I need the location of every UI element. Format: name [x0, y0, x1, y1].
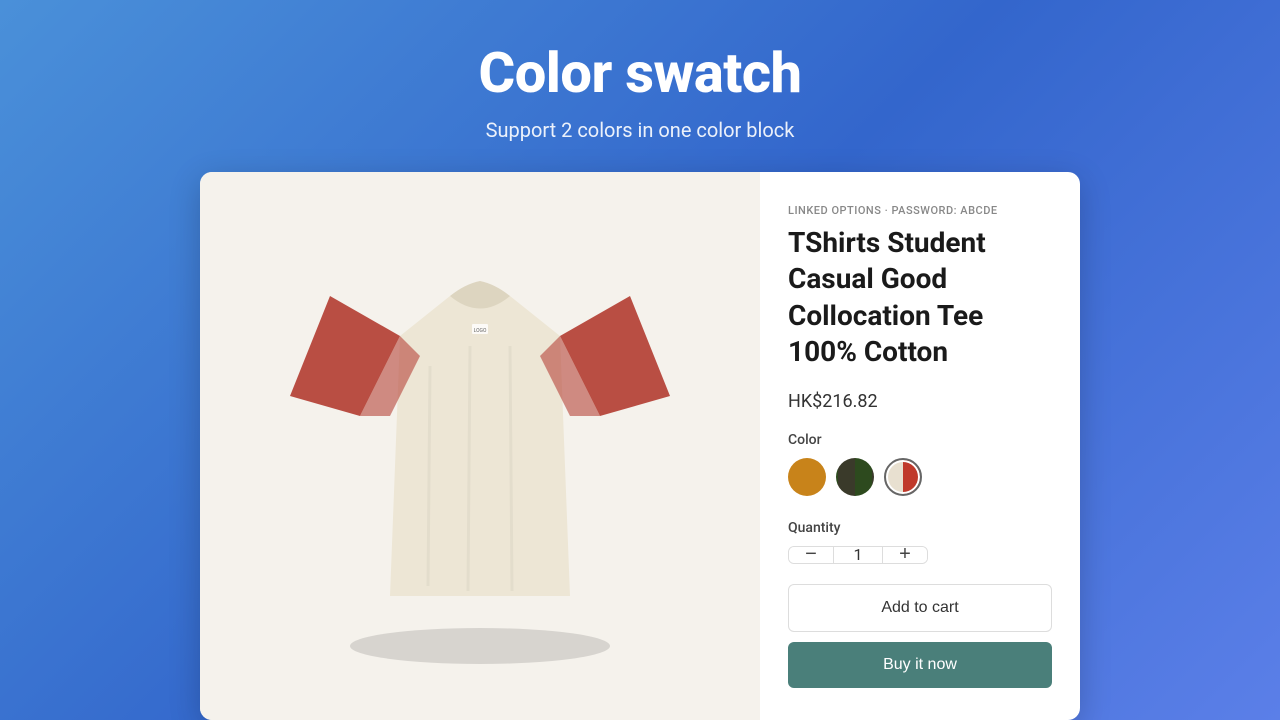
product-title: TShirts Student Casual Good Collocation … — [788, 225, 1052, 371]
page-subtitle: Support 2 colors in one color block — [479, 118, 802, 142]
color-label: Color — [788, 432, 1052, 448]
product-price: HK$216.82 — [788, 391, 1052, 412]
header-section: Color swatch Support 2 colors in one col… — [479, 0, 802, 172]
product-image: LOGO — [200, 172, 760, 720]
product-card: LOGO LINKED OPTIONS · PASSWORD: ABCDE TS… — [200, 172, 1080, 720]
color-swatches — [788, 458, 1052, 496]
quantity-value: 1 — [833, 547, 883, 563]
color-swatch-dark-green[interactable] — [836, 458, 874, 496]
linked-options-label: LINKED OPTIONS · PASSWORD: ABCDE — [788, 204, 1052, 217]
tshirt-illustration: LOGO — [270, 216, 690, 676]
add-to-cart-button[interactable]: Add to cart — [788, 584, 1052, 632]
quantity-label: Quantity — [788, 520, 1052, 536]
product-details: LINKED OPTIONS · PASSWORD: ABCDE TShirts… — [760, 172, 1080, 720]
quantity-decrease-button[interactable]: − — [789, 546, 833, 564]
buy-now-button[interactable]: Buy it now — [788, 642, 1052, 688]
page-title: Color swatch — [479, 40, 802, 106]
svg-text:LOGO: LOGO — [474, 328, 487, 334]
color-swatch-red-cream[interactable] — [884, 458, 922, 496]
quantity-control: − 1 + — [788, 546, 928, 564]
color-swatch-orange[interactable] — [788, 458, 826, 496]
quantity-increase-button[interactable]: + — [883, 546, 927, 564]
